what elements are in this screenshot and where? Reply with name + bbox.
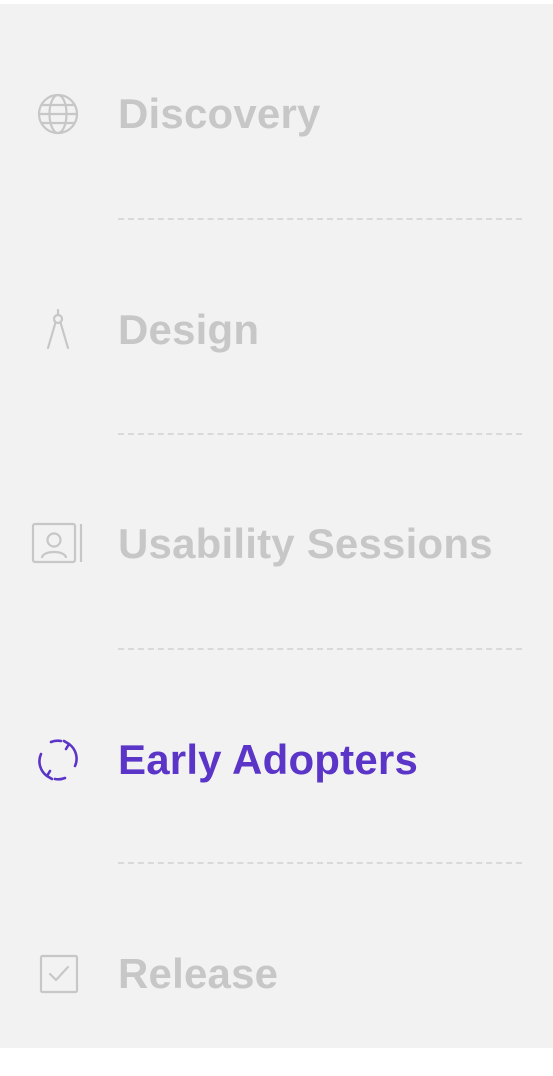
step-discovery[interactable]: Discovery xyxy=(0,74,553,154)
step-label: Discovery xyxy=(118,90,321,137)
checkbox-checked-icon xyxy=(30,946,86,1002)
compass-icon xyxy=(30,302,86,358)
globe-icon xyxy=(30,86,86,142)
step-label: Usability Sessions xyxy=(118,520,493,567)
divider xyxy=(118,648,522,650)
step-early-adopters[interactable]: Early Adopters xyxy=(0,720,553,800)
step-label: Early Adopters xyxy=(118,736,418,783)
user-portrait-icon xyxy=(30,516,86,572)
step-design[interactable]: Design xyxy=(0,290,553,370)
divider xyxy=(118,862,522,864)
step-label: Release xyxy=(118,950,279,997)
step-release[interactable]: Release xyxy=(0,934,553,1014)
step-label: Design xyxy=(118,306,260,353)
divider xyxy=(118,218,522,220)
step-usability-sessions[interactable]: Usability Sessions xyxy=(0,504,553,584)
divider xyxy=(118,433,522,435)
process-steps-panel: Discovery Design Usability Sessions Earl… xyxy=(0,4,553,1048)
refresh-cycle-icon xyxy=(30,732,86,788)
